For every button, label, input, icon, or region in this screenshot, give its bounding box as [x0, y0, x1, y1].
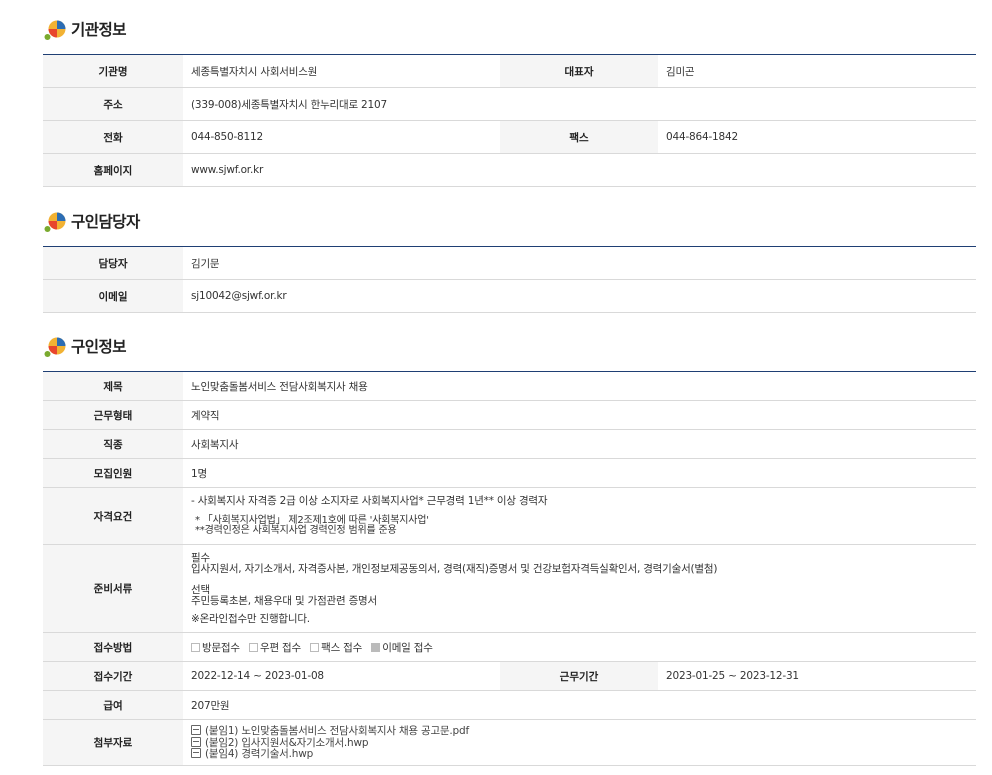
- attachment-link[interactable]: (붙임2) 입사지원서&자기소개서.hwp: [191, 736, 976, 749]
- contact-section: 구인담당자 담당자 김기문 이메일 sj10042@sjwf.or.kr: [43, 209, 976, 313]
- table-row: 접수방법 방문접수 우편 접수 팩스 접수 이메일 접수: [43, 632, 976, 662]
- salary-value: 207만원: [183, 690, 976, 720]
- qualification-value: - 사회복지사 자격증 2급 이상 소지자로 사회복지사업* 근무경력 1년**…: [183, 487, 976, 545]
- file-icon: [191, 748, 201, 759]
- job-info-heading: 구인정보: [43, 334, 976, 358]
- job-info-section: 구인정보 제목 노인맞춤돌봄서비스 전담사회복지사 채용 근무형태 계약직 직종…: [43, 334, 976, 766]
- period-value: 2022-12-14 ~ 2023-01-08: [183, 661, 500, 691]
- table-row: 기관명 세종특별자치시 사회서비스원 대표자 김미곤: [43, 54, 976, 88]
- section-title: 기관정보: [71, 21, 127, 39]
- phone-label: 전화: [43, 120, 183, 154]
- table-row: 담당자 김기문: [43, 246, 976, 280]
- table-row: 직종 사회복지사: [43, 429, 976, 459]
- phone-value: 044-850-8112: [183, 120, 500, 154]
- method-mail: 우편 접수: [248, 642, 301, 654]
- method-options: 방문접수 우편 접수 팩스 접수 이메일 접수: [183, 632, 976, 662]
- section-logo-icon: [44, 20, 66, 40]
- occupation-value: 사회복지사: [183, 429, 976, 459]
- worktype-value: 계약직: [183, 400, 976, 430]
- org-info-table: 기관명 세종특별자치시 사회서비스원 대표자 김미곤 주소 (339-008)세…: [43, 54, 976, 187]
- documents-optional-items: 주민등록초본, 채용우대 및 가점관련 증명서: [191, 594, 377, 607]
- workperiod-value: 2023-01-25 ~ 2023-12-31: [658, 661, 976, 691]
- table-row: 준비서류 필수 입사지원서, 자기소개서, 자격증사본, 개인정보제공동의서, …: [43, 544, 976, 633]
- workperiod-label: 근무기간: [500, 661, 658, 691]
- documents-value: 필수 입사지원서, 자기소개서, 자격증사본, 개인정보제공동의서, 경력(재직…: [183, 544, 976, 633]
- documents-label: 준비서류: [43, 544, 183, 633]
- period-label: 접수기간: [43, 661, 183, 691]
- attachments-list: (붙임1) 노인맞춤돌봄서비스 전담사회복지사 채용 공고문.pdf (붙임2)…: [183, 719, 976, 766]
- occupation-label: 직종: [43, 429, 183, 459]
- table-row: 급여 207만원: [43, 690, 976, 720]
- checkbox-checked-icon: [371, 642, 381, 652]
- method-visit: 방문접수: [191, 642, 240, 654]
- contact-table: 담당자 김기문 이메일 sj10042@sjwf.or.kr: [43, 246, 976, 313]
- attachments-label: 첨부자료: [43, 719, 183, 766]
- ceo-label: 대표자: [500, 54, 658, 88]
- homepage-label: 홈페이지: [43, 153, 183, 187]
- section-title: 구인정보: [71, 338, 127, 356]
- qualification-note: **경력인정은 사회복지사업 경력인정 범위를 준용: [195, 525, 397, 537]
- email-label: 이메일: [43, 279, 183, 313]
- method-email: 이메일 접수: [371, 642, 433, 654]
- checkbox-icon: [191, 642, 200, 652]
- checkbox-icon: [310, 642, 320, 652]
- checkbox-icon: [248, 642, 258, 652]
- salary-label: 급여: [43, 690, 183, 720]
- job-info-table: 제목 노인맞춤돌봄서비스 전담사회복지사 채용 근무형태 계약직 직종 사회복지…: [43, 371, 976, 766]
- fax-label: 팩스: [500, 120, 658, 154]
- ceo-value: 김미곤: [658, 54, 976, 88]
- subject-label: 제목: [43, 371, 183, 401]
- table-row: 홈페이지 www.sjwf.or.kr: [43, 153, 976, 187]
- fax-value: 044-864-1842: [658, 120, 976, 154]
- org-name-value: 세종특별자치시 사회서비스원: [183, 54, 500, 88]
- org-info-heading: 기관정보: [43, 17, 976, 41]
- table-row: 접수기간 2022-12-14 ~ 2023-01-08 근무기간 2023-0…: [43, 661, 976, 691]
- org-name-label: 기관명: [43, 54, 183, 88]
- file-icon: [191, 736, 201, 747]
- headcount-label: 모집인원: [43, 458, 183, 488]
- table-row: 주소 (339-008)세종특별자치시 한누리대로 2107: [43, 87, 976, 121]
- attachment-link[interactable]: (붙임1) 노인맞춤돌봄서비스 전담사회복지사 채용 공고문.pdf: [191, 725, 976, 737]
- attachment-link[interactable]: (붙임4) 경력기술서.hwp: [191, 748, 976, 760]
- manager-label: 담당자: [43, 246, 183, 280]
- email-value: sj10042@sjwf.or.kr: [183, 279, 976, 313]
- section-logo-icon: [44, 337, 66, 357]
- org-info-section: 기관정보 기관명 세종특별자치시 사회서비스원 대표자 김미곤 주소 (339-…: [43, 17, 976, 187]
- section-logo-icon: [44, 212, 66, 232]
- manager-value: 김기문: [183, 246, 976, 280]
- table-row: 이메일 sj10042@sjwf.or.kr: [43, 279, 976, 313]
- file-icon: [191, 725, 201, 736]
- documents-optional-title: 선택: [191, 583, 210, 596]
- table-row: 모집인원 1명: [43, 458, 976, 488]
- subject-value: 노인맞춤돌봄서비스 전담사회복지사 채용: [183, 371, 976, 401]
- table-row: 근무형태 계약직: [43, 400, 976, 430]
- method-fax: 팩스 접수: [310, 642, 362, 654]
- table-row: 자격요건 - 사회복지사 자격증 2급 이상 소지자로 사회복지사업* 근무경력…: [43, 487, 976, 545]
- qualification-line: - 사회복지사 자격증 2급 이상 소지자로 사회복지사업* 근무경력 1년**…: [191, 494, 548, 507]
- section-title: 구인담당자: [71, 213, 140, 231]
- contact-heading: 구인담당자: [43, 209, 976, 233]
- table-row: 전화 044-850-8112 팩스 044-864-1842: [43, 120, 976, 154]
- documents-required-items: 입사지원서, 자기소개서, 자격증사본, 개인정보제공동의서, 경력(재직)증명…: [191, 562, 718, 575]
- homepage-link[interactable]: www.sjwf.or.kr: [183, 153, 976, 187]
- address-label: 주소: [43, 87, 183, 121]
- address-value: (339-008)세종특별자치시 한누리대로 2107: [183, 87, 976, 121]
- table-row: 첨부자료 (붙임1) 노인맞춤돌봄서비스 전담사회복지사 채용 공고문.pdf …: [43, 719, 976, 766]
- table-row: 제목 노인맞춤돌봄서비스 전담사회복지사 채용: [43, 371, 976, 401]
- worktype-label: 근무형태: [43, 400, 183, 430]
- documents-note: ※온라인접수만 진행합니다.: [191, 612, 310, 625]
- headcount-value: 1명: [183, 458, 976, 488]
- qualification-label: 자격요건: [43, 487, 183, 545]
- documents-required-title: 필수: [191, 551, 210, 564]
- method-label: 접수방법: [43, 632, 183, 662]
